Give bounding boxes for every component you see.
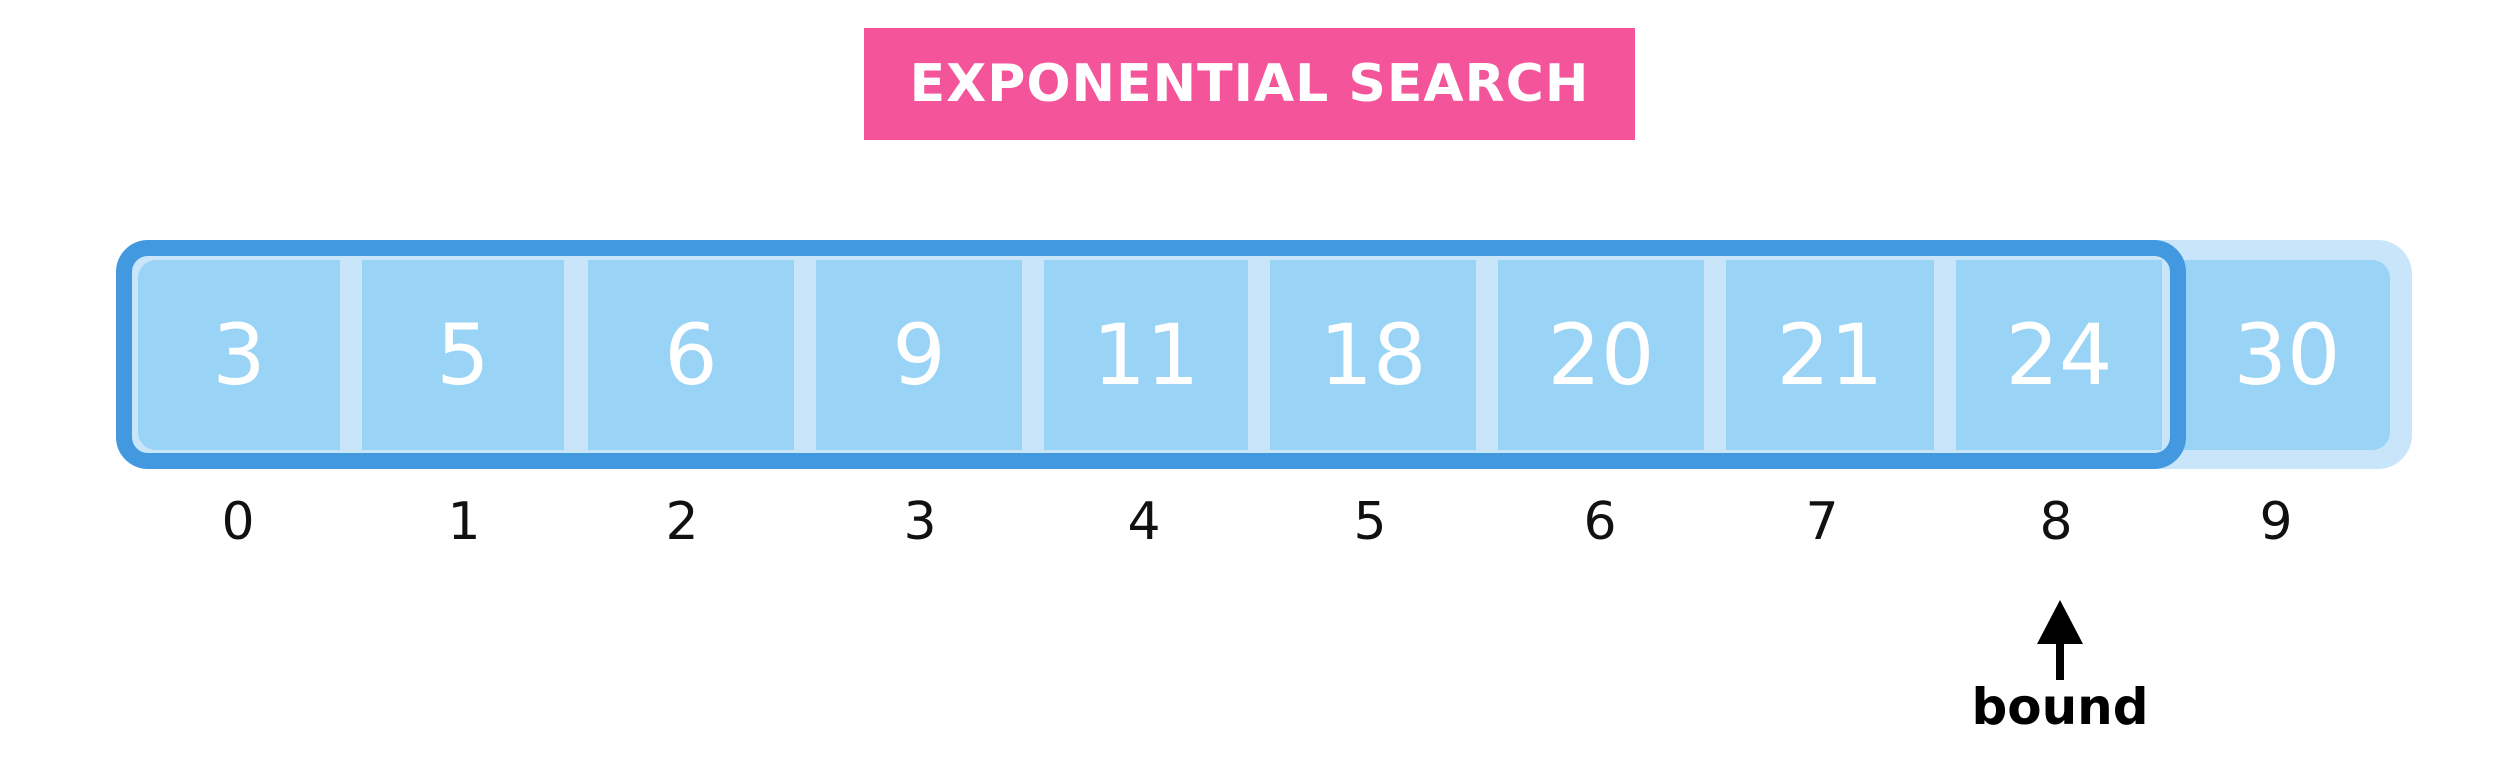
index-label: 9: [2259, 492, 2293, 552]
index-label: 1: [447, 492, 481, 552]
diagram-title: EXPONENTIAL SEARCH: [909, 54, 1590, 114]
index-label: 8: [2039, 492, 2073, 552]
title-banner: EXPONENTIAL SEARCH: [864, 28, 1635, 140]
index-label: 4: [1127, 492, 1161, 552]
bound-outline: [116, 240, 2186, 469]
index-label: 0: [221, 492, 255, 552]
index-label: 7: [1805, 492, 1839, 552]
index-label: 6: [1583, 492, 1617, 552]
index-label: 3: [903, 492, 937, 552]
index-label: 2: [665, 492, 699, 552]
bound-label: bound: [1971, 678, 2149, 736]
array-cell: 30: [2184, 260, 2390, 450]
index-label: 5: [1353, 492, 1387, 552]
